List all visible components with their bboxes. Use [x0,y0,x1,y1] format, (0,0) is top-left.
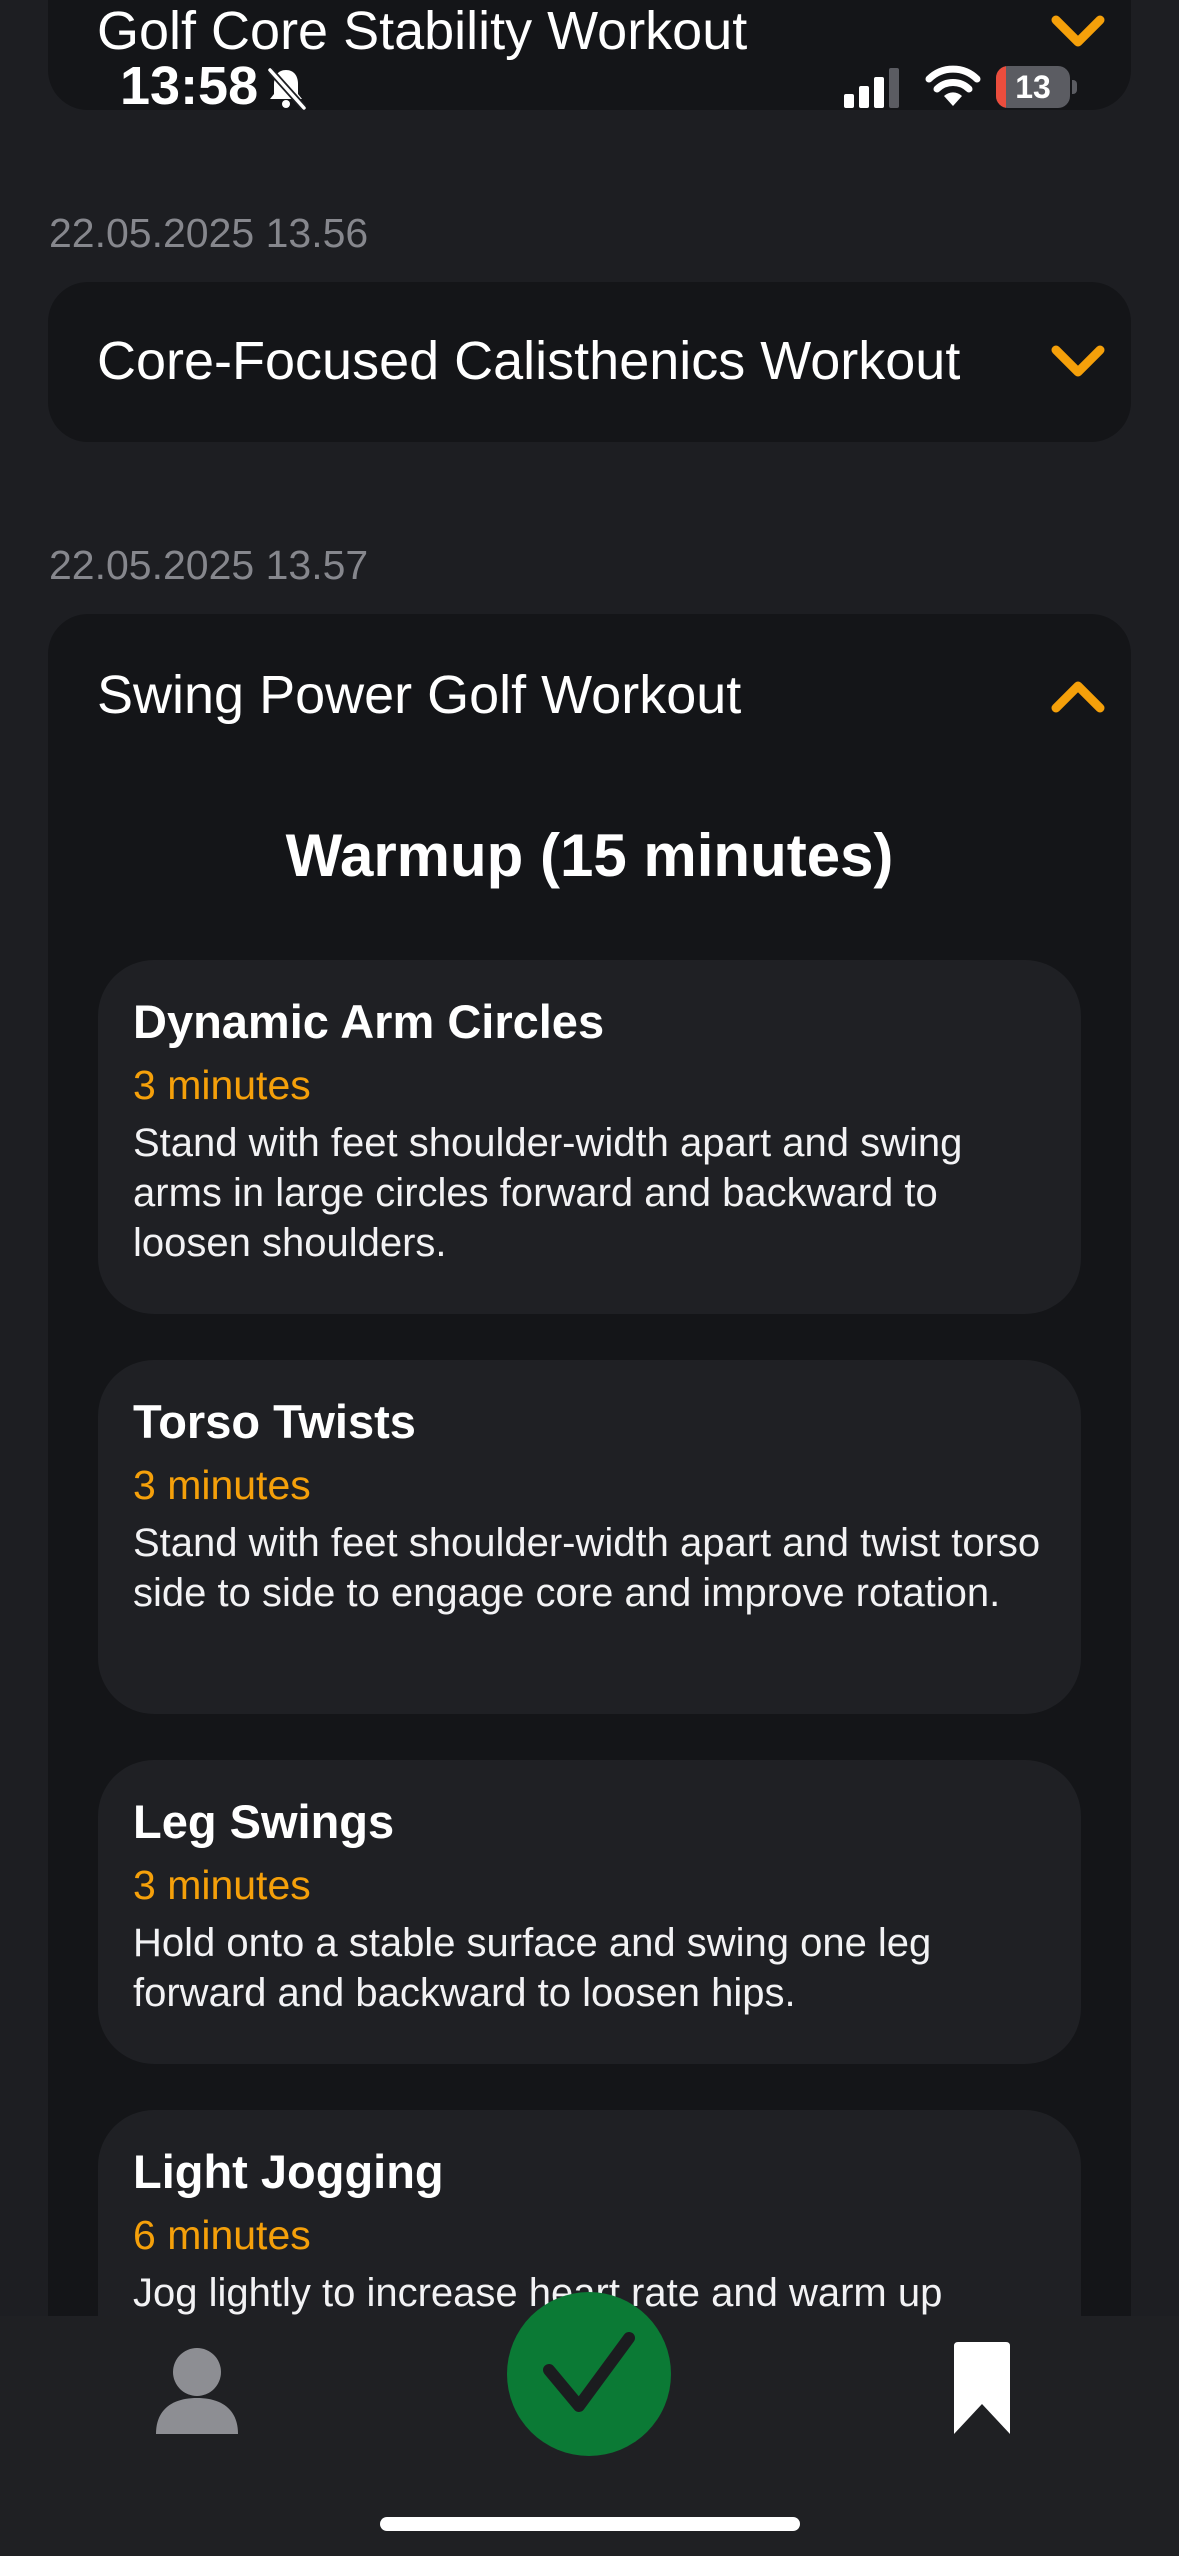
chevron-up-icon[interactable] [1048,676,1108,716]
home-indicator[interactable] [380,2517,800,2531]
exercise-description: Hold onto a stable surface and swing one… [133,1921,932,2015]
complete-workout-button[interactable] [507,2292,671,2456]
checkmark-icon [543,2332,635,2412]
section-title-warmup: Warmup (15 minutes) [285,822,894,889]
chevron-down-icon[interactable] [1048,342,1108,382]
entry-timestamp: 22.05.2025 13.56 [49,210,369,256]
cellular-signal-icon [844,68,899,108]
workout-title: Swing Power Golf Workout [97,665,742,725]
status-time: 13:58 [120,56,259,116]
workout-title: Core-Focused Calisthenics Workout [97,331,961,391]
exercise-duration: 3 minutes [133,1462,311,1508]
exercise-description: Stand with feet shoulder-width apart and… [133,1121,963,1265]
exercise-name: Dynamic Arm Circles [133,995,605,1048]
workout-card-core-calisthenics[interactable]: Core-Focused Calisthenics Workout [48,282,1131,442]
battery-indicator: 13 [996,66,1078,108]
exercise-description: Stand with feet shoulder-width apart and… [133,1521,1041,1615]
exercise-name: Torso Twists [133,1395,416,1448]
bell-off-icon [267,67,307,110]
entry-timestamp: 22.05.2025 13.57 [49,542,369,588]
battery-level-text: 13 [1015,69,1051,105]
exercise-card: Torso Twists 3 minutes Stand with feet s… [98,1360,1081,1714]
exercise-card: Dynamic Arm Circles 3 minutes Stand with… [98,960,1081,1314]
exercise-name: Leg Swings [133,1795,395,1848]
exercise-duration: 3 minutes [133,1062,311,1108]
exercise-card: Leg Swings 3 minutes Hold onto a stable … [98,1760,1081,2064]
chevron-down-icon[interactable] [1048,12,1108,52]
exercise-duration: 3 minutes [133,1862,311,1908]
person-icon[interactable] [150,2344,244,2438]
exercise-duration: 6 minutes [133,2212,311,2258]
exercise-name: Light Jogging [133,2145,444,2198]
wifi-icon [925,65,981,106]
bookmark-icon[interactable] [948,2342,1016,2436]
workout-card-swing-power-golf[interactable]: Swing Power Golf Workout Warmup (15 minu… [48,614,1131,2514]
